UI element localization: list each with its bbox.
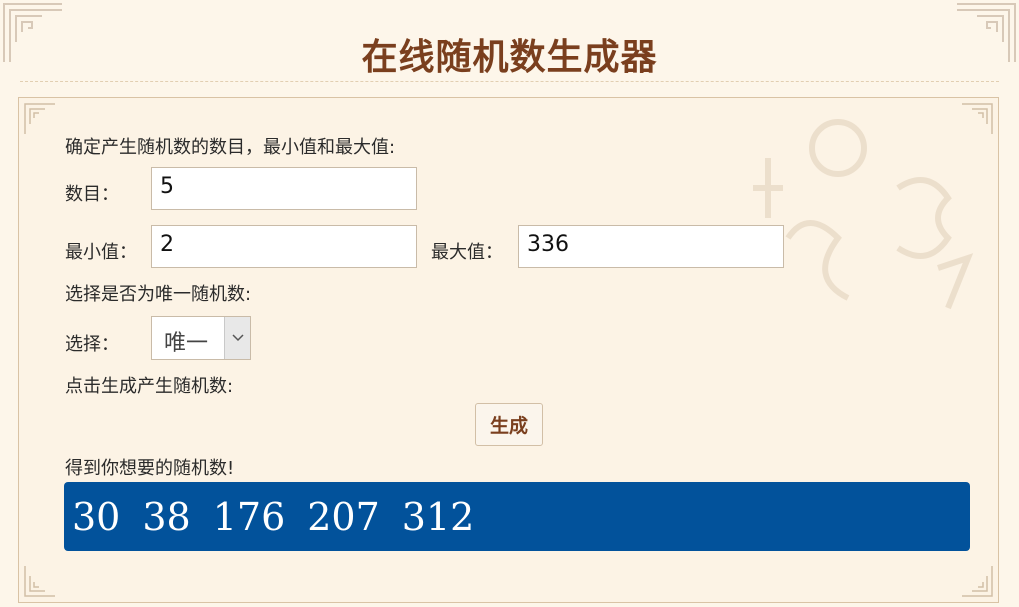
chevron-down-icon[interactable] xyxy=(224,317,250,359)
max-input[interactable]: 336 xyxy=(518,225,784,268)
ornament-corner-icon xyxy=(24,103,55,134)
result-number: 30 xyxy=(72,494,121,539)
generator-panel: 确定产生随机数的数目，最小值和最大值: 数目： 5 最小值： 2 最大值： 33… xyxy=(18,97,999,603)
ornament-corner-icon xyxy=(962,566,993,597)
count-input[interactable]: 5 xyxy=(151,167,417,210)
result-number: 312 xyxy=(401,494,475,539)
min-label: 最小值： xyxy=(65,242,137,263)
title-divider xyxy=(20,81,999,82)
intro-label: 确定产生随机数的数目，最小值和最大值: xyxy=(65,137,396,158)
page-title: 在线随机数生成器 xyxy=(361,37,658,78)
result-box: 30 38 176 207 312 xyxy=(64,482,970,551)
unique-select-value: 唯一 xyxy=(164,331,209,356)
generate-button[interactable]: 生成 xyxy=(475,403,543,446)
generate-intro-label: 点击生成产生随机数: xyxy=(65,376,234,397)
max-label: 最大值： xyxy=(431,242,503,263)
choice-label: 选择： xyxy=(65,334,119,355)
min-input[interactable]: 2 xyxy=(151,225,417,268)
unique-intro-label: 选择是否为唯一随机数: xyxy=(65,284,252,305)
result-number: 176 xyxy=(212,494,286,539)
ornament-corner-icon xyxy=(962,103,993,134)
result-number: 38 xyxy=(142,494,191,539)
count-label: 数目： xyxy=(65,184,119,205)
result-number: 207 xyxy=(307,494,380,539)
ornament-corner-icon xyxy=(24,566,55,597)
result-label: 得到你想要的随机数! xyxy=(65,458,235,479)
unique-select[interactable]: 唯一 xyxy=(151,316,251,360)
